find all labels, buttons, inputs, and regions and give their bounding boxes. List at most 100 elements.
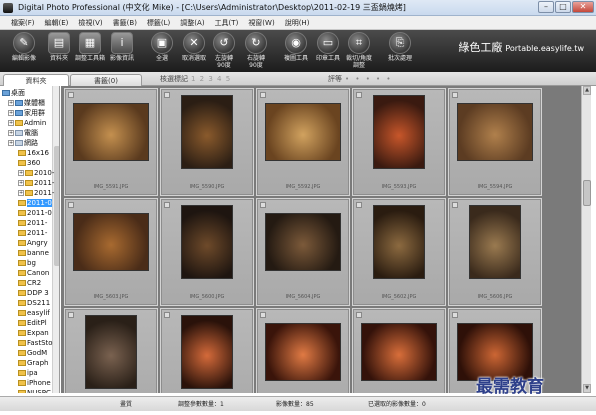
menu-item[interactable]: 檢視(V) — [73, 16, 107, 29]
thumbnail-cell[interactable]: IMG_5606.JPG — [448, 198, 542, 306]
thumbnail-checkbox[interactable] — [260, 92, 266, 98]
tree-item[interactable]: Canon — [18, 269, 49, 278]
thumbnail-cell[interactable]: IMG_5603.JPG — [64, 198, 158, 306]
tree-item[interactable]: 360 — [18, 159, 40, 168]
toolbar-button[interactable]: ▦ 調整工具箱 — [74, 32, 106, 62]
tree-item[interactable]: GodM — [18, 349, 47, 358]
tree-item[interactable]: CR2 — [18, 279, 41, 288]
tree-item[interactable]: NUSPC — [18, 389, 51, 393]
tree-item[interactable]: +2010- — [18, 169, 54, 178]
thumbnail-checkbox[interactable] — [356, 312, 362, 318]
tree-item[interactable]: 2011-0 — [18, 209, 52, 218]
tab-bookmark[interactable]: 書籤(0) — [70, 74, 142, 86]
tree-scroll-thumb[interactable] — [54, 146, 59, 266]
toolbar-button[interactable]: ⌗ 裁切/角度 調整 — [343, 32, 375, 69]
tree-item[interactable]: + 電腦 — [8, 129, 38, 138]
tree-item[interactable]: easylif — [18, 309, 50, 318]
thumbnail-cell[interactable]: IMG_5591.JPG — [64, 88, 158, 196]
thumbnail-cell[interactable]: IMG_5604.JPG — [256, 198, 350, 306]
thumbnail-cell[interactable]: IMG_5609.JPG — [256, 308, 350, 393]
tree-item[interactable]: FastSto — [18, 339, 53, 348]
expand-icon[interactable]: + — [8, 130, 14, 136]
tree-item[interactable]: 16x16 — [18, 149, 49, 158]
thumbnail-cell[interactable]: IMG_5607.JPG — [160, 308, 254, 393]
thumbnail-cell[interactable]: IMG_5590.JPG — [160, 88, 254, 196]
menu-item[interactable]: 工具(T) — [210, 16, 244, 29]
thumbnail-cell[interactable]: IMG_5592.JPG — [256, 88, 350, 196]
toolbar-button[interactable]: ↺ 左旋轉 90度 — [208, 32, 240, 69]
expand-icon[interactable]: + — [8, 120, 14, 126]
tree-item[interactable]: 2011- — [18, 219, 47, 228]
expand-icon[interactable]: + — [8, 140, 14, 146]
grid-scroll-thumb[interactable] — [583, 180, 591, 206]
thumbnail-checkbox[interactable] — [68, 202, 74, 208]
scroll-up-icon[interactable]: ▲ — [583, 86, 591, 95]
thumbnail-checkbox[interactable] — [452, 312, 458, 318]
tree-item[interactable]: EditPl — [18, 319, 47, 328]
thumbnail-cell[interactable]: IMG_5600.JPG — [160, 198, 254, 306]
expand-icon[interactable]: + — [18, 180, 24, 186]
thumbnail-checkbox[interactable] — [68, 92, 74, 98]
scroll-down-icon[interactable]: ▼ — [583, 384, 591, 393]
thumbnail-checkbox[interactable] — [356, 202, 362, 208]
tree-item[interactable]: + 媒體櫃 — [8, 99, 45, 108]
toolbar-button[interactable]: ⎘ 批次處理 — [384, 32, 416, 62]
toolbar-button[interactable]: ✕ 取消選取 — [178, 32, 210, 62]
tree-item[interactable]: Graph — [18, 359, 48, 368]
toolbar-button[interactable]: ▤ 資料夾 — [43, 32, 75, 62]
toolbar-button[interactable]: ↻ 右旋轉 90度 — [240, 32, 272, 69]
toolbar-button[interactable]: i 影像資訊 — [106, 32, 138, 62]
thumbnail-cell[interactable]: IMG_5594.JPG — [448, 88, 542, 196]
toolbar-button[interactable]: ✎ 編輯影像 — [8, 32, 40, 62]
menu-item[interactable]: 檔案(F) — [6, 16, 40, 29]
toolbar-button[interactable]: ◉ 複圖工具 — [280, 32, 312, 62]
menu-item[interactable]: 標籤(L) — [142, 16, 175, 29]
tree-item-selected[interactable]: 2011-0 — [18, 199, 52, 208]
thumbnail-checkbox[interactable] — [68, 312, 74, 318]
tree-item[interactable]: DS211 — [18, 299, 50, 308]
star-rating-filter[interactable]: 評等 • • • • • — [328, 72, 393, 86]
tree-item[interactable]: Angry — [18, 239, 48, 248]
toolbar-button[interactable]: ▣ 全選 — [146, 32, 178, 62]
thumbnail-checkbox[interactable] — [260, 202, 266, 208]
tree-item[interactable]: Expan — [18, 329, 49, 338]
expand-icon[interactable]: + — [8, 100, 14, 106]
close-button[interactable]: ✕ — [572, 1, 594, 13]
tab-folder[interactable]: 資料夾 — [3, 74, 69, 86]
menu-item[interactable]: 說明(H) — [280, 16, 315, 29]
expand-icon[interactable]: + — [18, 190, 24, 196]
thumbnail-checkbox[interactable] — [452, 202, 458, 208]
menu-item[interactable]: 編輯(E) — [40, 16, 74, 29]
thumbnail-cell[interactable]: IMG_5610.JPG — [352, 308, 446, 393]
maximize-button[interactable]: □ — [555, 1, 571, 13]
tree-item[interactable]: + 網路 — [8, 139, 38, 148]
thumbnail-checkbox[interactable] — [164, 202, 170, 208]
toolbar-button[interactable]: ▭ 印章工具 — [312, 32, 344, 62]
tree-scrollbar[interactable] — [52, 86, 59, 393]
tree-item[interactable]: bg — [18, 259, 36, 268]
thumbnail-checkbox[interactable] — [164, 92, 170, 98]
tree-item[interactable]: iPhone — [18, 379, 51, 388]
tree-item[interactable]: + 家用群 — [8, 109, 45, 118]
thumbnail-cell[interactable]: IMG_5608.JPG — [64, 308, 158, 393]
thumbnail-checkbox[interactable] — [356, 92, 362, 98]
tree-item[interactable]: +2011- — [18, 179, 54, 188]
menu-item[interactable]: 視窗(W) — [243, 16, 279, 29]
tree-item[interactable]: 桌面 — [2, 89, 25, 98]
tree-item[interactable]: +2011- — [18, 189, 54, 198]
tree-item[interactable]: banne — [18, 249, 49, 258]
check-mark-filter[interactable]: 核選標記 1 2 3 4 5 — [160, 72, 231, 86]
tree-item[interactable]: ipa — [18, 369, 38, 378]
thumbnail-checkbox[interactable] — [452, 92, 458, 98]
tree-item[interactable]: + Admin — [8, 119, 46, 128]
thumbnail-checkbox[interactable] — [164, 312, 170, 318]
thumbnail-checkbox[interactable] — [260, 312, 266, 318]
expand-icon[interactable]: + — [18, 170, 24, 176]
grid-scrollbar[interactable]: ▲ ▼ — [581, 86, 591, 393]
tree-item[interactable]: DDP 3 — [18, 289, 49, 298]
thumbnail-cell[interactable]: IMG_5602.JPG — [352, 198, 446, 306]
minimize-button[interactable]: – — [538, 1, 554, 13]
expand-icon[interactable]: + — [8, 110, 14, 116]
thumbnail-cell[interactable]: IMG_5593.JPG — [352, 88, 446, 196]
menu-item[interactable]: 書籤(B) — [108, 16, 142, 29]
